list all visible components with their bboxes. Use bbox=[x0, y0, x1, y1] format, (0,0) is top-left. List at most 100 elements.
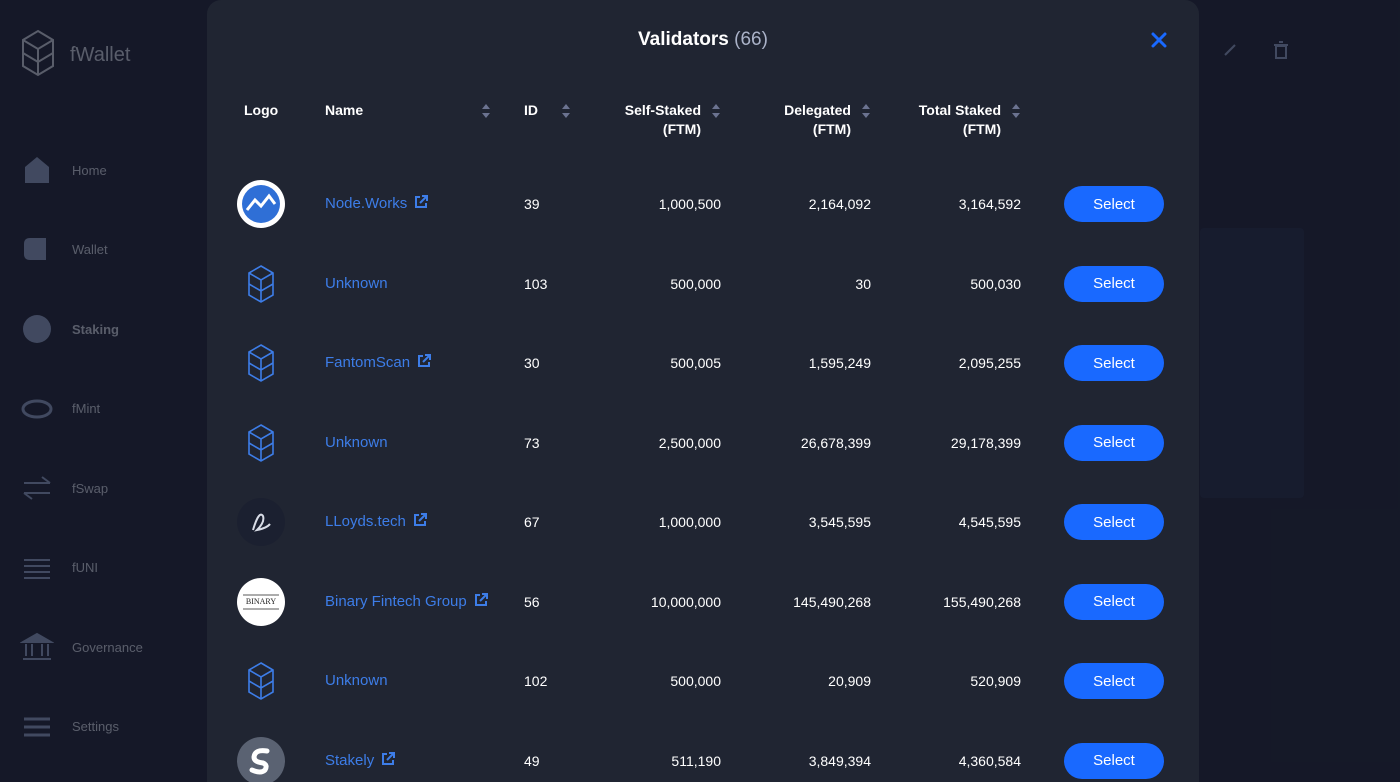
external-link-icon[interactable] bbox=[473, 592, 489, 608]
fantom-logo bbox=[237, 339, 285, 387]
self-staked-value: 1,000,500 bbox=[658, 196, 721, 212]
validator-name-link[interactable]: Node.Works bbox=[325, 195, 407, 212]
table-row: BINARY Binary Fintech Group 56 10,000,000 14… bbox=[207, 562, 1199, 642]
validator-name-cell: Stakely bbox=[325, 721, 495, 782]
total-staked-value: 2,095,255 bbox=[958, 355, 1021, 371]
fantom-logo bbox=[237, 657, 285, 705]
total-staked-value: 3,164,592 bbox=[958, 196, 1021, 212]
self-staked-value: 1,000,000 bbox=[658, 514, 721, 530]
total-staked-value: 4,545,595 bbox=[958, 514, 1021, 530]
validator-name-cell: Binary Fintech Group bbox=[325, 562, 495, 642]
total-staked-value: 29,178,399 bbox=[950, 434, 1021, 451]
delegated-value: 1,595,249 bbox=[808, 355, 871, 371]
self-staked-value: 511,190 bbox=[671, 752, 721, 769]
self-staked-value: 500,005 bbox=[670, 355, 721, 371]
binary-logo: BINARY bbox=[237, 577, 285, 626]
fantom-logo bbox=[237, 419, 285, 467]
external-link-icon[interactable] bbox=[412, 512, 428, 528]
select-button[interactable]: Select bbox=[1064, 583, 1164, 620]
total-staked-value: 500,030 bbox=[970, 275, 1021, 292]
validator-name-link[interactable]: Unknown bbox=[325, 275, 388, 292]
external-link-icon[interactable] bbox=[413, 194, 429, 210]
validator-id: 39 bbox=[524, 196, 540, 212]
delegated-value: 30 bbox=[855, 275, 871, 292]
lloyds-logo bbox=[237, 498, 285, 546]
external-link-icon[interactable] bbox=[380, 751, 396, 767]
self-staked-label: Self-Staked bbox=[624, 102, 701, 118]
table-row: Node.Works 39 1,000,500 2,164,092 3,164,592 S… bbox=[207, 164, 1199, 244]
validator-count: (66) bbox=[734, 29, 768, 50]
column-header-delegated[interactable]: Delegated (FTM) bbox=[751, 101, 851, 139]
select-button[interactable]: Select bbox=[1064, 742, 1164, 779]
modal-title-text: Validators bbox=[638, 29, 729, 50]
nodeworks-logo bbox=[237, 180, 285, 228]
validator-id: 49 bbox=[524, 752, 540, 769]
delegated-value: 3,545,595 bbox=[808, 514, 871, 530]
self-staked-value: 500,000 bbox=[670, 275, 721, 292]
delegated-value: 20,909 bbox=[828, 673, 871, 689]
total-staked-value: 4,360,584 bbox=[958, 752, 1021, 769]
validator-name-cell: Unknown bbox=[325, 403, 495, 483]
validator-id: 103 bbox=[524, 275, 548, 292]
total-staked-value: 155,490,268 bbox=[943, 593, 1021, 610]
validator-name-cell: LLoyds.tech bbox=[325, 482, 495, 562]
validator-name-cell: Unknown bbox=[325, 641, 495, 721]
validator-name-link[interactable]: Unknown bbox=[325, 434, 388, 451]
table-row: Unknown 102 500,000 20,909 520,909 Select bbox=[207, 641, 1199, 721]
table-row: Unknown 73 2,500,000 26,678,399 29,178,399 Se… bbox=[207, 403, 1199, 483]
validator-name-link[interactable]: Unknown bbox=[325, 672, 388, 689]
close-button[interactable] bbox=[1147, 28, 1171, 52]
validator-id: 73 bbox=[524, 434, 540, 451]
total-staked-label: Total Staked bbox=[918, 102, 1001, 118]
delegated-value: 145,490,268 bbox=[793, 593, 871, 610]
external-link-icon[interactable] bbox=[416, 353, 432, 369]
validator-name-link[interactable]: Stakely bbox=[325, 752, 374, 769]
total-staked-unit: (FTM) bbox=[962, 121, 1001, 137]
sort-total-staked-icon[interactable] bbox=[1011, 103, 1021, 119]
table-row: FantomScan 30 500,005 1,595,249 2,095,255 Sel… bbox=[207, 323, 1199, 403]
validator-name-link[interactable]: FantomScan bbox=[325, 354, 410, 371]
stakely-logo bbox=[237, 736, 285, 782]
column-header-logo: Logo bbox=[244, 102, 279, 118]
validator-name-cell: Unknown bbox=[325, 244, 495, 324]
sort-delegated-icon[interactable] bbox=[861, 103, 871, 119]
delegated-label: Delegated bbox=[784, 102, 851, 118]
select-button[interactable]: Select bbox=[1064, 424, 1164, 461]
validator-id: 67 bbox=[524, 514, 540, 530]
table-row: Unknown 103 500,000 30 500,030 Select bbox=[207, 244, 1199, 324]
modal-title: Validators (66) bbox=[207, 29, 1199, 51]
self-staked-value: 2,500,000 bbox=[658, 434, 721, 451]
column-header-total-staked[interactable]: Total Staked (FTM) bbox=[901, 101, 1001, 139]
self-staked-value: 500,000 bbox=[670, 673, 721, 689]
validator-name-link[interactable]: LLoyds.tech bbox=[325, 513, 406, 530]
sort-self-staked-icon[interactable] bbox=[711, 103, 721, 119]
sort-name-icon[interactable] bbox=[481, 103, 491, 119]
binary-logo-text: BINARY bbox=[246, 597, 276, 606]
select-button[interactable]: Select bbox=[1064, 265, 1164, 302]
self-staked-value: 10,000,000 bbox=[650, 593, 721, 610]
validator-id: 56 bbox=[524, 593, 540, 610]
validator-name-cell: Node.Works bbox=[325, 164, 495, 244]
close-icon bbox=[1151, 32, 1167, 48]
delegated-value: 3,849,394 bbox=[808, 752, 871, 769]
table-row: LLoyds.tech 67 1,000,000 3,545,595 4,545,595… bbox=[207, 482, 1199, 562]
fantom-logo bbox=[237, 260, 285, 308]
delegated-value: 2,164,092 bbox=[808, 196, 871, 212]
sort-id-icon[interactable] bbox=[561, 103, 571, 119]
select-button[interactable]: Select bbox=[1064, 345, 1164, 381]
delegated-value: 26,678,399 bbox=[800, 434, 871, 451]
table-row: Stakely 49 511,190 3,849,394 4,360,584 Select bbox=[207, 721, 1199, 782]
validator-id: 102 bbox=[524, 673, 548, 689]
select-button[interactable]: Select bbox=[1064, 504, 1164, 540]
validator-name-cell: FantomScan bbox=[325, 323, 495, 403]
validators-modal: Validators (66) Logo Name ID Self-Staked… bbox=[207, 0, 1199, 782]
self-staked-unit: (FTM) bbox=[662, 121, 701, 137]
column-header-self-staked[interactable]: Self-Staked (FTM) bbox=[601, 101, 701, 139]
select-button[interactable]: Select bbox=[1064, 186, 1164, 222]
validator-id: 30 bbox=[524, 355, 540, 371]
column-header-id[interactable]: ID bbox=[524, 101, 538, 120]
validator-name-link[interactable]: Binary Fintech Group bbox=[325, 593, 467, 610]
select-button[interactable]: Select bbox=[1064, 663, 1164, 699]
total-staked-value: 520,909 bbox=[970, 673, 1021, 689]
column-header-name[interactable]: Name bbox=[325, 101, 363, 120]
